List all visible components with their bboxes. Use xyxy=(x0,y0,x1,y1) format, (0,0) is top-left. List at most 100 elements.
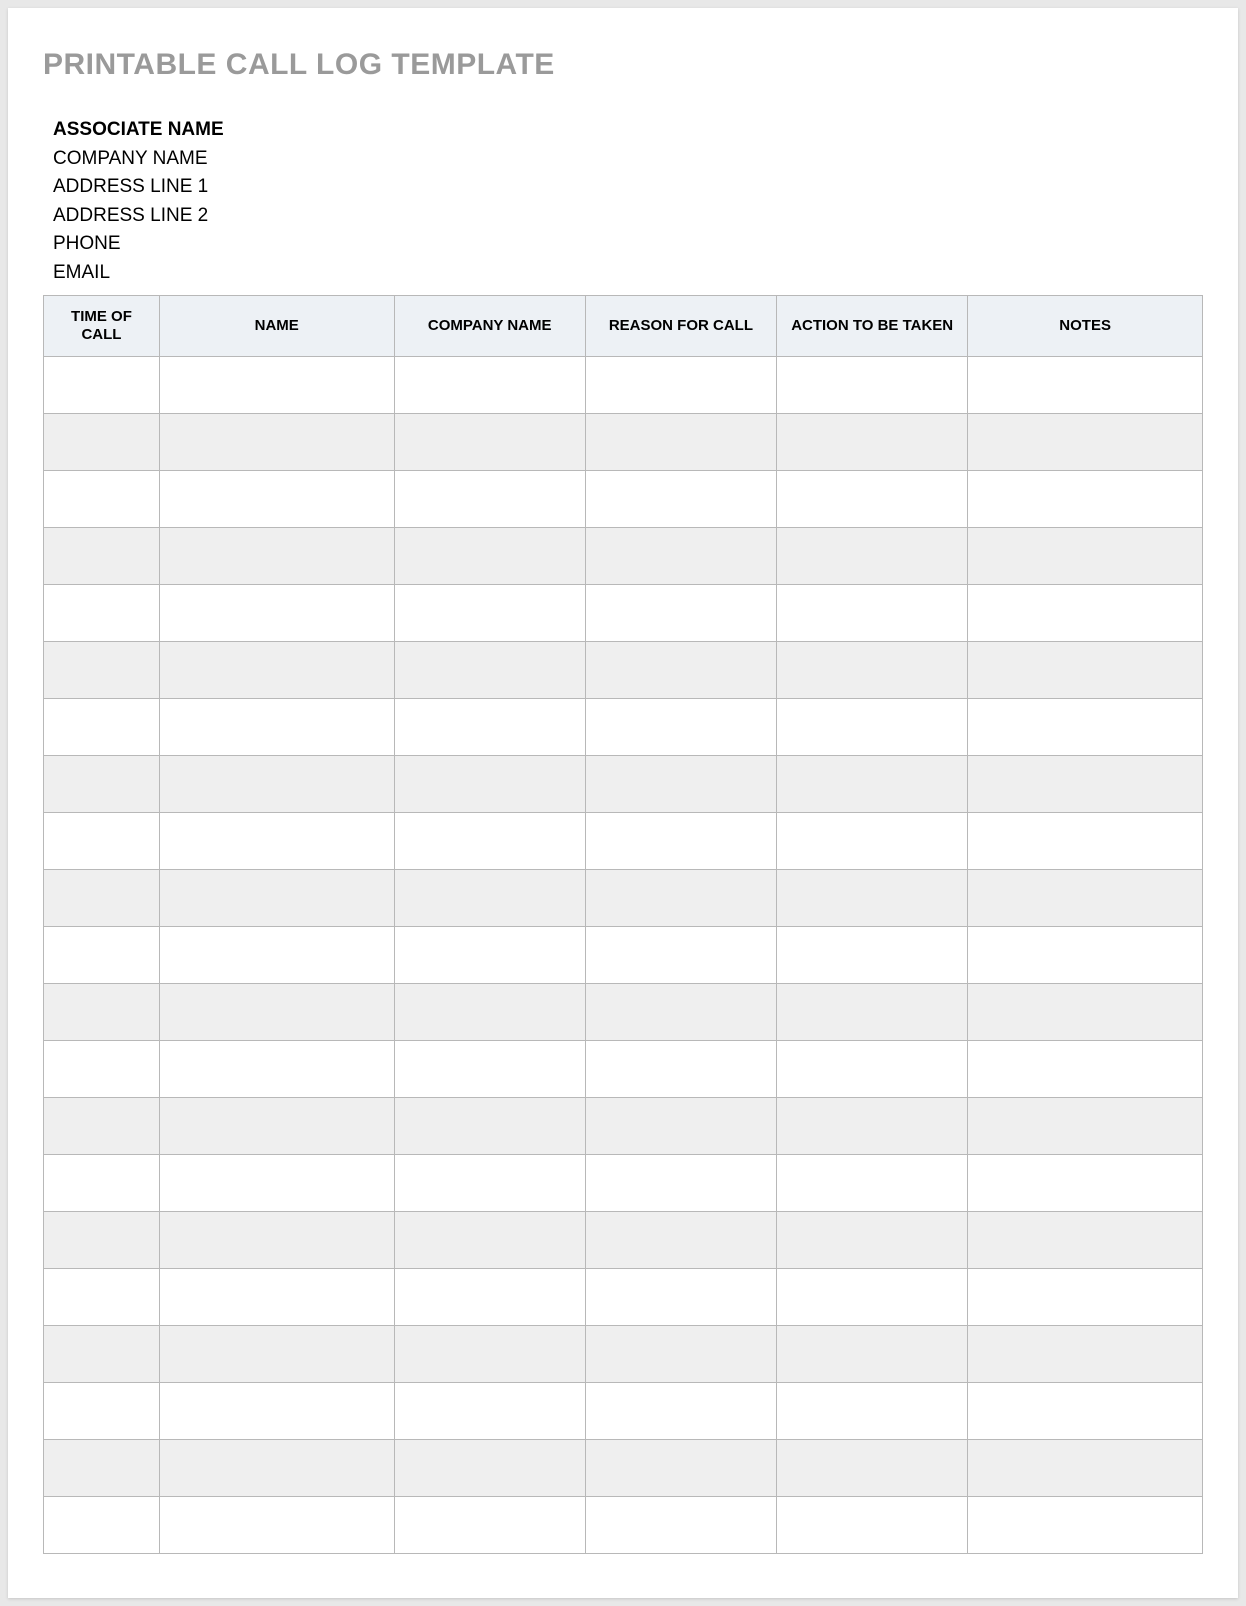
cell-time xyxy=(44,414,160,471)
cell-time xyxy=(44,471,160,528)
cell-name xyxy=(159,1098,394,1155)
cell-time xyxy=(44,1155,160,1212)
cell-time xyxy=(44,984,160,1041)
cell-notes xyxy=(968,471,1203,528)
cell-reason xyxy=(585,699,776,756)
col-header-action: ACTION TO BE TAKEN xyxy=(777,296,968,357)
table-row xyxy=(44,585,1203,642)
cell-reason xyxy=(585,870,776,927)
table-row xyxy=(44,1269,1203,1326)
cell-notes xyxy=(968,1212,1203,1269)
cell-name xyxy=(159,870,394,927)
cell-time xyxy=(44,1326,160,1383)
col-header-reason: REASON FOR CALL xyxy=(585,296,776,357)
cell-reason xyxy=(585,1383,776,1440)
cell-action xyxy=(777,1497,968,1554)
cell-action xyxy=(777,1440,968,1497)
cell-notes xyxy=(968,1155,1203,1212)
col-header-time: TIME OF CALL xyxy=(44,296,160,357)
cell-reason xyxy=(585,1098,776,1155)
cell-time xyxy=(44,927,160,984)
table-row xyxy=(44,1326,1203,1383)
cell-company xyxy=(394,585,585,642)
cell-time xyxy=(44,585,160,642)
cell-name xyxy=(159,585,394,642)
cell-reason xyxy=(585,528,776,585)
cell-name xyxy=(159,414,394,471)
cell-notes xyxy=(968,813,1203,870)
call-log-table: TIME OF CALL NAME COMPANY NAME REASON FO… xyxy=(43,295,1203,1554)
cell-company xyxy=(394,471,585,528)
cell-company xyxy=(394,528,585,585)
cell-time xyxy=(44,1041,160,1098)
cell-action xyxy=(777,1098,968,1155)
cell-reason xyxy=(585,471,776,528)
cell-time xyxy=(44,1098,160,1155)
cell-time xyxy=(44,357,160,414)
table-row xyxy=(44,528,1203,585)
cell-notes xyxy=(968,756,1203,813)
cell-name xyxy=(159,1497,394,1554)
cell-name xyxy=(159,813,394,870)
cell-company xyxy=(394,1326,585,1383)
cell-action xyxy=(777,1041,968,1098)
cell-reason xyxy=(585,1440,776,1497)
cell-time xyxy=(44,1383,160,1440)
table-row xyxy=(44,1212,1203,1269)
table-row xyxy=(44,357,1203,414)
table-body xyxy=(44,357,1203,1554)
cell-notes xyxy=(968,870,1203,927)
cell-action xyxy=(777,756,968,813)
cell-name xyxy=(159,642,394,699)
cell-company xyxy=(394,756,585,813)
cell-notes xyxy=(968,357,1203,414)
cell-company xyxy=(394,1440,585,1497)
cell-notes xyxy=(968,1383,1203,1440)
table-row xyxy=(44,984,1203,1041)
cell-name xyxy=(159,1383,394,1440)
cell-action xyxy=(777,1383,968,1440)
cell-time xyxy=(44,1212,160,1269)
cell-action xyxy=(777,528,968,585)
cell-company xyxy=(394,1098,585,1155)
cell-notes xyxy=(968,1440,1203,1497)
cell-notes xyxy=(968,642,1203,699)
cell-notes xyxy=(968,1326,1203,1383)
table-row xyxy=(44,1041,1203,1098)
cell-action xyxy=(777,1269,968,1326)
address-line-2: ADDRESS LINE 2 xyxy=(53,202,1203,231)
table-header-row: TIME OF CALL NAME COMPANY NAME REASON FO… xyxy=(44,296,1203,357)
cell-time xyxy=(44,699,160,756)
cell-action xyxy=(777,813,968,870)
cell-action xyxy=(777,642,968,699)
cell-reason xyxy=(585,1269,776,1326)
phone-label: PHONE xyxy=(53,230,1203,259)
cell-time xyxy=(44,528,160,585)
cell-name xyxy=(159,927,394,984)
cell-notes xyxy=(968,699,1203,756)
associate-name: ASSOCIATE NAME xyxy=(53,116,1203,145)
cell-name xyxy=(159,699,394,756)
cell-notes xyxy=(968,984,1203,1041)
cell-reason xyxy=(585,927,776,984)
cell-time xyxy=(44,642,160,699)
col-header-company: COMPANY NAME xyxy=(394,296,585,357)
cell-reason xyxy=(585,1155,776,1212)
table-row xyxy=(44,1098,1203,1155)
cell-company xyxy=(394,357,585,414)
cell-reason xyxy=(585,585,776,642)
cell-company xyxy=(394,1155,585,1212)
cell-action xyxy=(777,984,968,1041)
cell-time xyxy=(44,813,160,870)
cell-name xyxy=(159,1155,394,1212)
document-page: PRINTABLE CALL LOG TEMPLATE ASSOCIATE NA… xyxy=(8,8,1238,1598)
cell-time xyxy=(44,870,160,927)
cell-company xyxy=(394,927,585,984)
table-row xyxy=(44,927,1203,984)
col-header-notes: NOTES xyxy=(968,296,1203,357)
cell-company xyxy=(394,1269,585,1326)
cell-company xyxy=(394,984,585,1041)
page-title: PRINTABLE CALL LOG TEMPLATE xyxy=(43,48,1203,82)
table-row xyxy=(44,471,1203,528)
cell-notes xyxy=(968,927,1203,984)
